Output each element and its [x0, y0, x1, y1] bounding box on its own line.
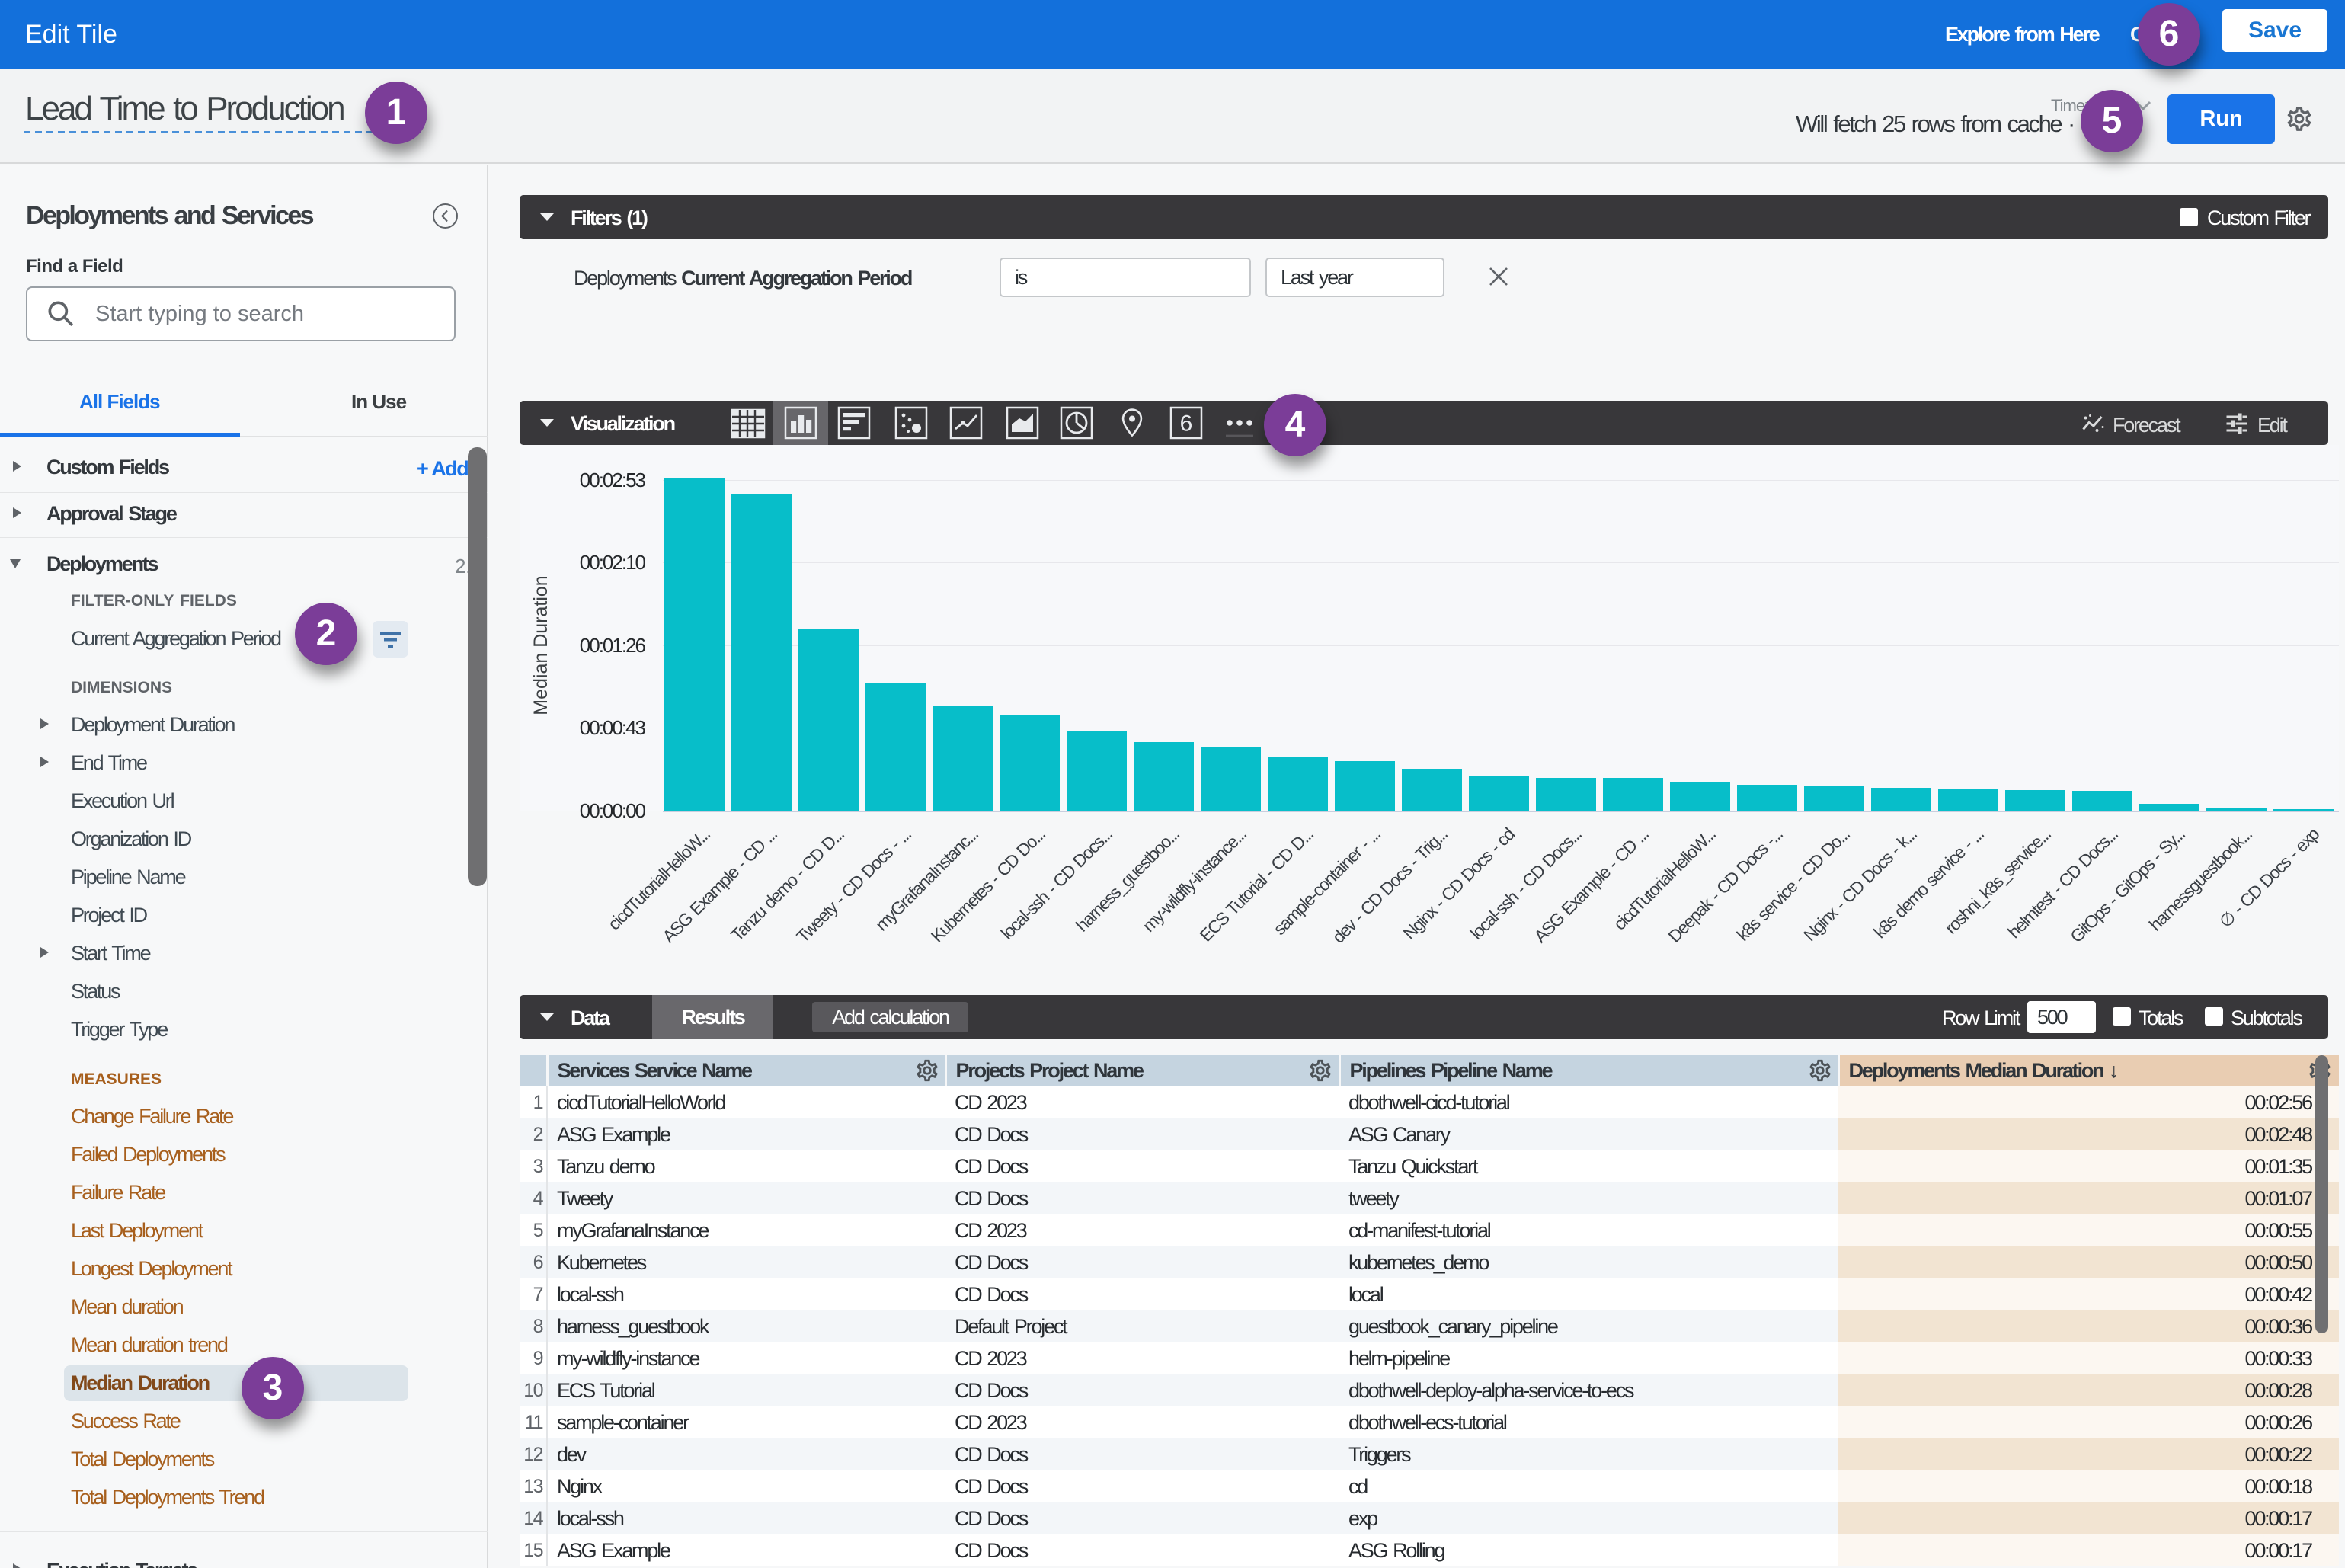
svg-text:6: 6 [1180, 411, 1193, 437]
